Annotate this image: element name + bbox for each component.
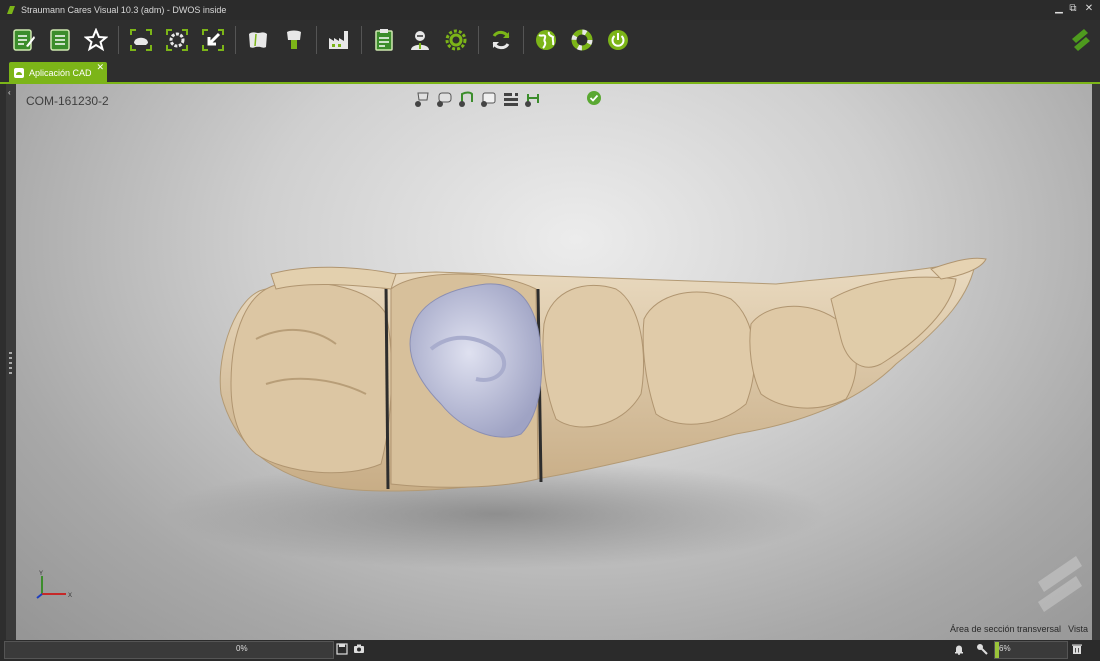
- scan-arch-button[interactable]: [163, 26, 191, 54]
- sync-button[interactable]: [487, 26, 515, 54]
- main-toolbar: [0, 20, 1100, 60]
- favorite-star-icon: [84, 28, 108, 52]
- toolbar-separator: [235, 26, 236, 54]
- sync-refresh-icon: [492, 30, 510, 50]
- view-label[interactable]: Vista: [1068, 624, 1088, 634]
- axis-y-label: Y: [39, 571, 43, 577]
- screenshot-camera-icon[interactable]: [353, 643, 365, 655]
- web-button[interactable]: [532, 26, 560, 54]
- production-button[interactable]: [325, 26, 353, 54]
- toolbar-separator: [361, 26, 362, 54]
- settings-button[interactable]: [442, 26, 470, 54]
- abutment-button[interactable]: [280, 26, 308, 54]
- tooth-molar-left[interactable]: [230, 282, 392, 474]
- tab-cad-application[interactable]: Aplicación CAD ✕: [9, 62, 107, 83]
- power-icon: [608, 30, 628, 50]
- crown-design-icon: [249, 32, 267, 48]
- cad-3d-viewport[interactable]: COM-161230-2 Y X Área de sección transve…: [16, 84, 1092, 640]
- resize-grip-icon[interactable]: [9, 352, 12, 374]
- insertion-view-icon[interactable]: [458, 90, 476, 108]
- cross-section-area-label[interactable]: Área de sección transversal: [950, 624, 1061, 634]
- left-panel-strip[interactable]: ‹: [6, 84, 16, 640]
- title-bar: Straumann Cares Visual 10.3 (adm) - DWOS…: [0, 0, 1100, 20]
- brand-watermark-icon: [1038, 556, 1082, 612]
- toolbar-separator: [118, 26, 119, 54]
- report-button[interactable]: [370, 26, 398, 54]
- power-button[interactable]: [604, 26, 632, 54]
- help-button[interactable]: [568, 26, 596, 54]
- edit-order-icon: [13, 29, 35, 51]
- cad-tab-icon: [14, 67, 24, 78]
- order-list-button[interactable]: [46, 26, 74, 54]
- help-lifebuoy-icon: [571, 29, 593, 51]
- import-button[interactable]: [199, 26, 227, 54]
- import-arrow-icon: [202, 29, 224, 51]
- app-logo-icon: [7, 6, 15, 14]
- report-clipboard-icon: [375, 29, 393, 51]
- tooth-premolar-2[interactable]: [642, 291, 755, 425]
- margin-view-icon[interactable]: [436, 90, 454, 108]
- straumann-logo-icon: [1072, 29, 1090, 51]
- close-button[interactable]: ✕: [1082, 3, 1096, 14]
- edit-order-button[interactable]: [10, 26, 38, 54]
- view-toolbar: [414, 90, 542, 108]
- case-id-label: COM-161230-2: [26, 94, 109, 108]
- save-icon[interactable]: [336, 643, 348, 655]
- scan-model-icon: [130, 29, 152, 51]
- tab-strip: Aplicación CAD ✕: [0, 60, 1100, 84]
- scan-model-button[interactable]: [127, 26, 155, 54]
- favorite-button[interactable]: [82, 26, 110, 54]
- secondary-progress-bar: 6%: [994, 641, 1068, 659]
- axis-x-label: X: [68, 593, 72, 599]
- web-globe-icon: [536, 30, 556, 50]
- right-panel-strip: [1092, 84, 1100, 640]
- tab-close-button[interactable]: ✕: [96, 62, 104, 73]
- window-title: Straumann Cares Visual 10.3 (adm) - DWOS…: [21, 5, 227, 15]
- parameters-icon[interactable]: [502, 90, 520, 108]
- prep-view-icon[interactable]: [414, 90, 432, 108]
- tooth-premolar[interactable]: [542, 284, 645, 428]
- connector-view-icon[interactable]: [524, 90, 542, 108]
- confirm-check-icon[interactable]: [587, 91, 601, 105]
- toolbar-separator: [523, 26, 524, 54]
- restore-button[interactable]: ⧉: [1066, 3, 1080, 14]
- order-list-icon: [50, 29, 70, 51]
- production-factory-icon: [329, 31, 348, 49]
- crown-view-icon[interactable]: [480, 90, 498, 108]
- settings-gear-icon: [445, 29, 467, 51]
- main-progress-label: 0%: [236, 644, 248, 653]
- secondary-progress-label: 6%: [999, 644, 1011, 653]
- axis-triad-icon: Y X: [36, 571, 72, 599]
- dental-model-scene[interactable]: [16, 84, 1092, 640]
- toolbar-separator: [478, 26, 479, 54]
- doctor-button[interactable]: [406, 26, 434, 54]
- trash-icon[interactable]: [1071, 643, 1083, 655]
- toolbar-separator: [316, 26, 317, 54]
- tab-label: Aplicación CAD: [29, 67, 92, 78]
- main-progress-bar: 0%: [4, 641, 334, 659]
- doctor-avatar-icon: [411, 31, 429, 50]
- notification-bell-icon[interactable]: [953, 643, 965, 655]
- scan-arch-icon: [166, 29, 188, 51]
- collapse-arrows-icon[interactable]: ‹: [8, 88, 11, 97]
- crown-design-button[interactable]: [244, 26, 272, 54]
- abutment-icon: [287, 30, 301, 49]
- status-bar: 0% 6%: [0, 640, 1100, 661]
- minimize-button[interactable]: ▁: [1052, 3, 1066, 14]
- die-cut-line: [384, 283, 390, 490]
- tools-wrench-icon[interactable]: [976, 643, 988, 655]
